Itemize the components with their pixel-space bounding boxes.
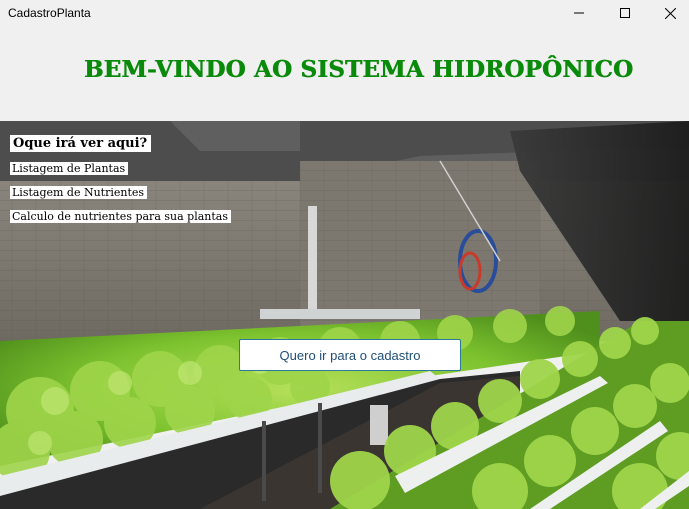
header-banner: BEM-VINDO AO SISTEMA HIDROPÔNICO xyxy=(0,26,689,121)
info-item-nutrients-list: Listagem de Nutrientes xyxy=(10,186,148,199)
go-to-register-button[interactable]: Quero ir para o cadastro xyxy=(239,339,461,371)
maximize-icon xyxy=(620,8,630,18)
info-item-plants-list: Listagem de Plantas xyxy=(10,162,129,175)
title-bar: CadastroPlanta xyxy=(0,0,689,26)
maximize-button[interactable] xyxy=(602,0,648,26)
info-heading: Oque irá ver aqui? xyxy=(10,135,152,152)
greenhouse-image xyxy=(0,121,689,509)
close-button[interactable] xyxy=(647,0,689,26)
close-icon xyxy=(664,7,676,19)
info-item-nutrient-calculation: Calculo de nutrientes para sua plantas xyxy=(10,210,231,223)
window-title: CadastroPlanta xyxy=(8,6,91,20)
app-window: CadastroPlanta BEM-VINDO AO SISTEMA HIDR… xyxy=(0,0,689,509)
minimize-button[interactable] xyxy=(556,0,602,26)
greenhouse-photo: Oque irá ver aqui? Listagem de Plantas L… xyxy=(0,121,689,509)
welcome-title: BEM-VINDO AO SISTEMA HIDROPÔNICO xyxy=(83,56,634,83)
minimize-icon xyxy=(574,12,584,14)
